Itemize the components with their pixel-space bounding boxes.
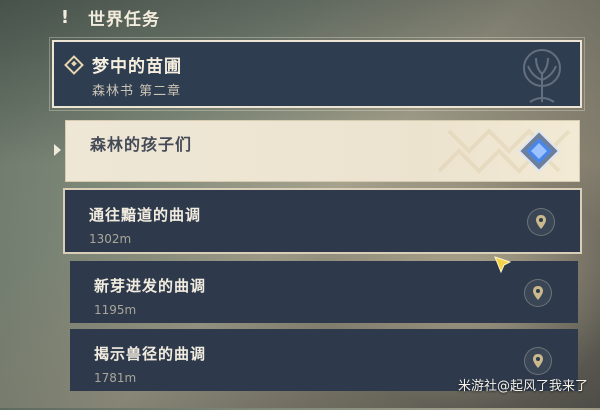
map-pin-icon[interactable] [524,347,552,375]
current-step-arrow-icon [54,144,61,156]
watermark: 米游社@起风了我来了 [457,379,588,394]
quest-title: 梦中的苗圃 [92,57,182,77]
step-title: 新芽进发的曲调 [94,277,207,295]
active-step-card[interactable]: 森林的孩子们 [65,120,580,182]
step-distance: 1781m [94,371,137,385]
quest-card[interactable]: 梦中的苗圃 森林书 第二章 [49,37,585,111]
tree-emblem [523,49,561,103]
quest-subtitle: 森林书 第二章 [92,84,182,99]
active-step-title: 森林的孩子们 [90,135,193,154]
step-title: 通往黯道的曲调 [89,206,202,224]
section-title: 世界任务 [88,9,160,30]
section-header: ! 世界任务 [58,4,160,30]
cursor-icon [494,256,512,274]
step-distance: 1302m [89,232,132,246]
map-pin-icon[interactable] [527,208,555,236]
blue-gem-icon [517,129,561,173]
step-distance: 1195m [94,303,137,317]
diamond-icon [64,55,84,75]
step-title: 揭示兽径的曲调 [94,345,207,363]
step-card[interactable]: 通往黯道的曲调 1302m [63,188,582,254]
map-pin-icon[interactable] [524,279,552,307]
exclamation-icon: ! [60,6,70,28]
